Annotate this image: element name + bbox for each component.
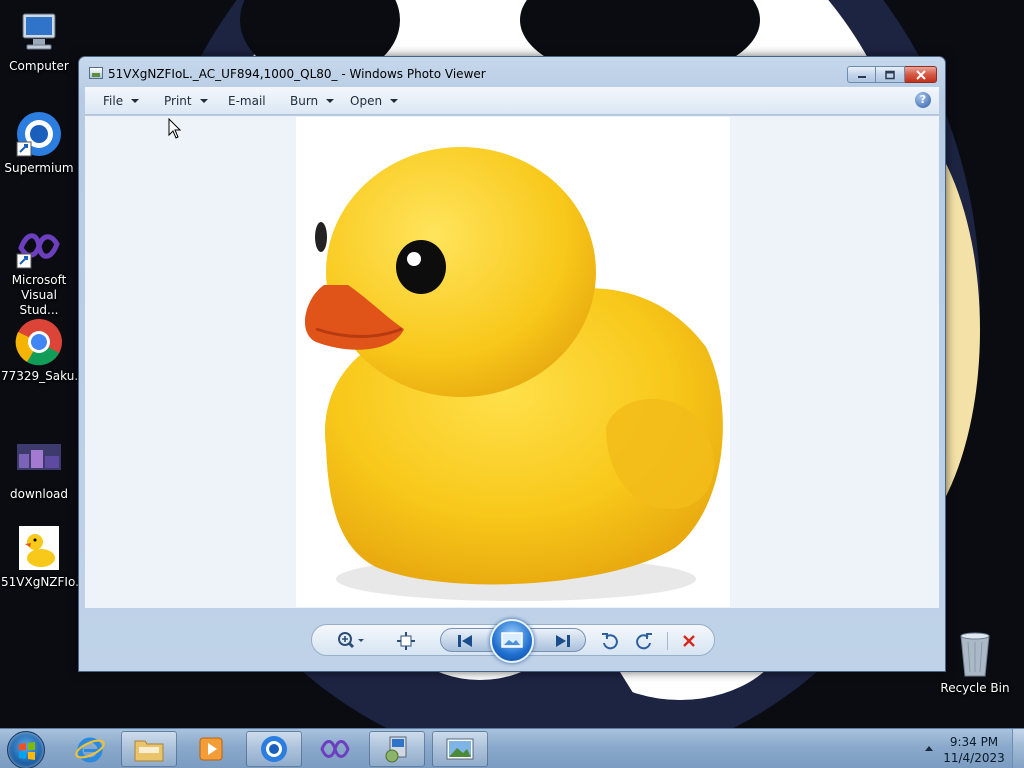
photo-viewer-icon: [446, 738, 474, 760]
internet-explorer-icon: [75, 737, 105, 763]
displayed-photo: [296, 117, 730, 607]
folder-icon: [134, 740, 164, 762]
taskbar-internet-explorer[interactable]: [62, 731, 118, 767]
fit-to-window-icon: [397, 632, 415, 650]
close-icon: [915, 69, 926, 80]
desktop-icon-label: Supermium: [4, 161, 74, 175]
installer-icon: [385, 736, 407, 763]
rotate-right-icon: [636, 633, 652, 650]
photo-viewer-window[interactable]: 51VXgNZFIoL._AC_UF894,1000_QL80_ - Windo…: [78, 56, 946, 672]
desktop-icon-label: Microsoft Visual Stud...: [11, 273, 67, 317]
clock-date: 11/4/2023: [943, 751, 1005, 765]
taskbar-media-player[interactable]: [183, 731, 239, 767]
caption-buttons: [847, 66, 937, 83]
computer-icon: [15, 8, 63, 56]
slideshow-icon: [501, 632, 523, 648]
rubber-duck-image: [304, 147, 723, 601]
chevron-down-icon: [131, 99, 140, 103]
next-button[interactable]: [551, 629, 575, 653]
windows-logo-icon: [19, 742, 35, 760]
visual-studio-icon: [15, 222, 63, 270]
taskbar-visual-studio[interactable]: [307, 731, 363, 767]
help-icon: ?: [919, 93, 927, 106]
chevron-down-icon: [199, 99, 208, 103]
desktop-icon-label: 51VXgNZFIo...: [1, 575, 87, 589]
recycle-bin-icon: [951, 630, 999, 678]
clock-time: 9:34 PM: [949, 735, 999, 749]
previous-button[interactable]: [453, 629, 477, 653]
control-separator: [667, 632, 668, 650]
desktop-icon-chrome-file[interactable]: 77329_Saku...: [1, 318, 86, 384]
desktop-icon-recycle-bin[interactable]: Recycle Bin: [937, 630, 1013, 696]
chevron-down-icon: [326, 99, 335, 103]
control-pill: [311, 619, 715, 663]
show-desktop-button[interactable]: [1012, 729, 1024, 768]
close-button[interactable]: [905, 66, 937, 83]
burn-menu-label: Burn: [290, 94, 319, 108]
rotate-left-icon: [602, 633, 618, 650]
title-bar[interactable]: 51VXgNZFIoL._AC_UF894,1000_QL80_ - Windo…: [79, 57, 945, 87]
chevron-down-icon: [390, 99, 399, 103]
desktop-icon-label: Computer: [9, 59, 69, 73]
taskbar-installer[interactable]: [369, 731, 425, 767]
help-button[interactable]: ?: [915, 92, 931, 108]
rotate-clockwise-button[interactable]: [632, 629, 656, 653]
taskbar-supermium[interactable]: [246, 731, 302, 767]
image-viewport[interactable]: [85, 116, 939, 608]
rotate-counterclockwise-button[interactable]: [598, 629, 622, 653]
zoom-button[interactable]: [334, 629, 370, 653]
delete-icon: [683, 635, 695, 647]
taskbar-photo-viewer[interactable]: [432, 731, 488, 767]
media-player-icon: [199, 737, 223, 761]
email-button[interactable]: E-mail: [228, 93, 266, 109]
maximize-icon: [885, 70, 895, 79]
print-menu[interactable]: Print: [164, 93, 208, 109]
delete-button[interactable]: [677, 629, 701, 653]
desktop-icon-label: 77329_Saku...: [1, 369, 86, 383]
image-thumbnail-icon: [15, 436, 63, 484]
duck-image-icon: [15, 524, 63, 572]
minimize-button[interactable]: [847, 66, 876, 83]
mouse-cursor-icon: [168, 118, 182, 139]
desktop-icon-download[interactable]: download: [1, 436, 77, 502]
open-menu-label: Open: [350, 94, 383, 108]
print-menu-label: Print: [164, 94, 192, 108]
magnifier-icon: [338, 632, 364, 649]
show-hidden-icons-icon[interactable]: [925, 746, 933, 751]
previous-icon: [458, 635, 472, 647]
open-menu[interactable]: Open: [350, 93, 399, 109]
desktop-icon-visual-studio[interactable]: Microsoft Visual Stud...: [1, 222, 77, 318]
window-title: 51VXgNZFIoL._AC_UF894,1000_QL80_ - Windo…: [108, 67, 486, 81]
supermium-icon: [15, 110, 63, 158]
supermium-icon: [261, 736, 287, 762]
next-icon: [556, 635, 570, 647]
actual-size-button[interactable]: [394, 629, 418, 653]
desktop-icon-label: Recycle Bin: [940, 681, 1010, 695]
photo-viewer-app-icon: [89, 67, 103, 79]
desktop-icon-supermium[interactable]: Supermium: [1, 110, 77, 176]
start-button[interactable]: [7, 731, 45, 768]
chrome-icon: [15, 318, 63, 366]
email-button-label: E-mail: [228, 94, 266, 108]
system-clock[interactable]: 9:34 PM 11/4/2023: [938, 734, 1010, 766]
file-menu-label: File: [103, 94, 124, 108]
desktop-icon-label: download: [9, 487, 69, 501]
file-menu[interactable]: File: [103, 93, 140, 109]
taskbar-file-explorer[interactable]: [121, 731, 177, 767]
maximize-button[interactable]: [876, 66, 905, 83]
burn-menu[interactable]: Burn: [290, 93, 335, 109]
desktop-icon-computer[interactable]: Computer: [1, 8, 77, 74]
desktop-icon-duck-image[interactable]: 51VXgNZFIo...: [1, 524, 87, 590]
taskbar: 9:34 PM 11/4/2023: [0, 728, 1024, 768]
minimize-icon: [857, 75, 866, 78]
command-bar: File Print E-mail Burn Open ?: [85, 87, 939, 115]
viewer-controls: [85, 608, 939, 670]
visual-studio-icon: [320, 740, 350, 758]
slideshow-button[interactable]: [490, 619, 534, 663]
